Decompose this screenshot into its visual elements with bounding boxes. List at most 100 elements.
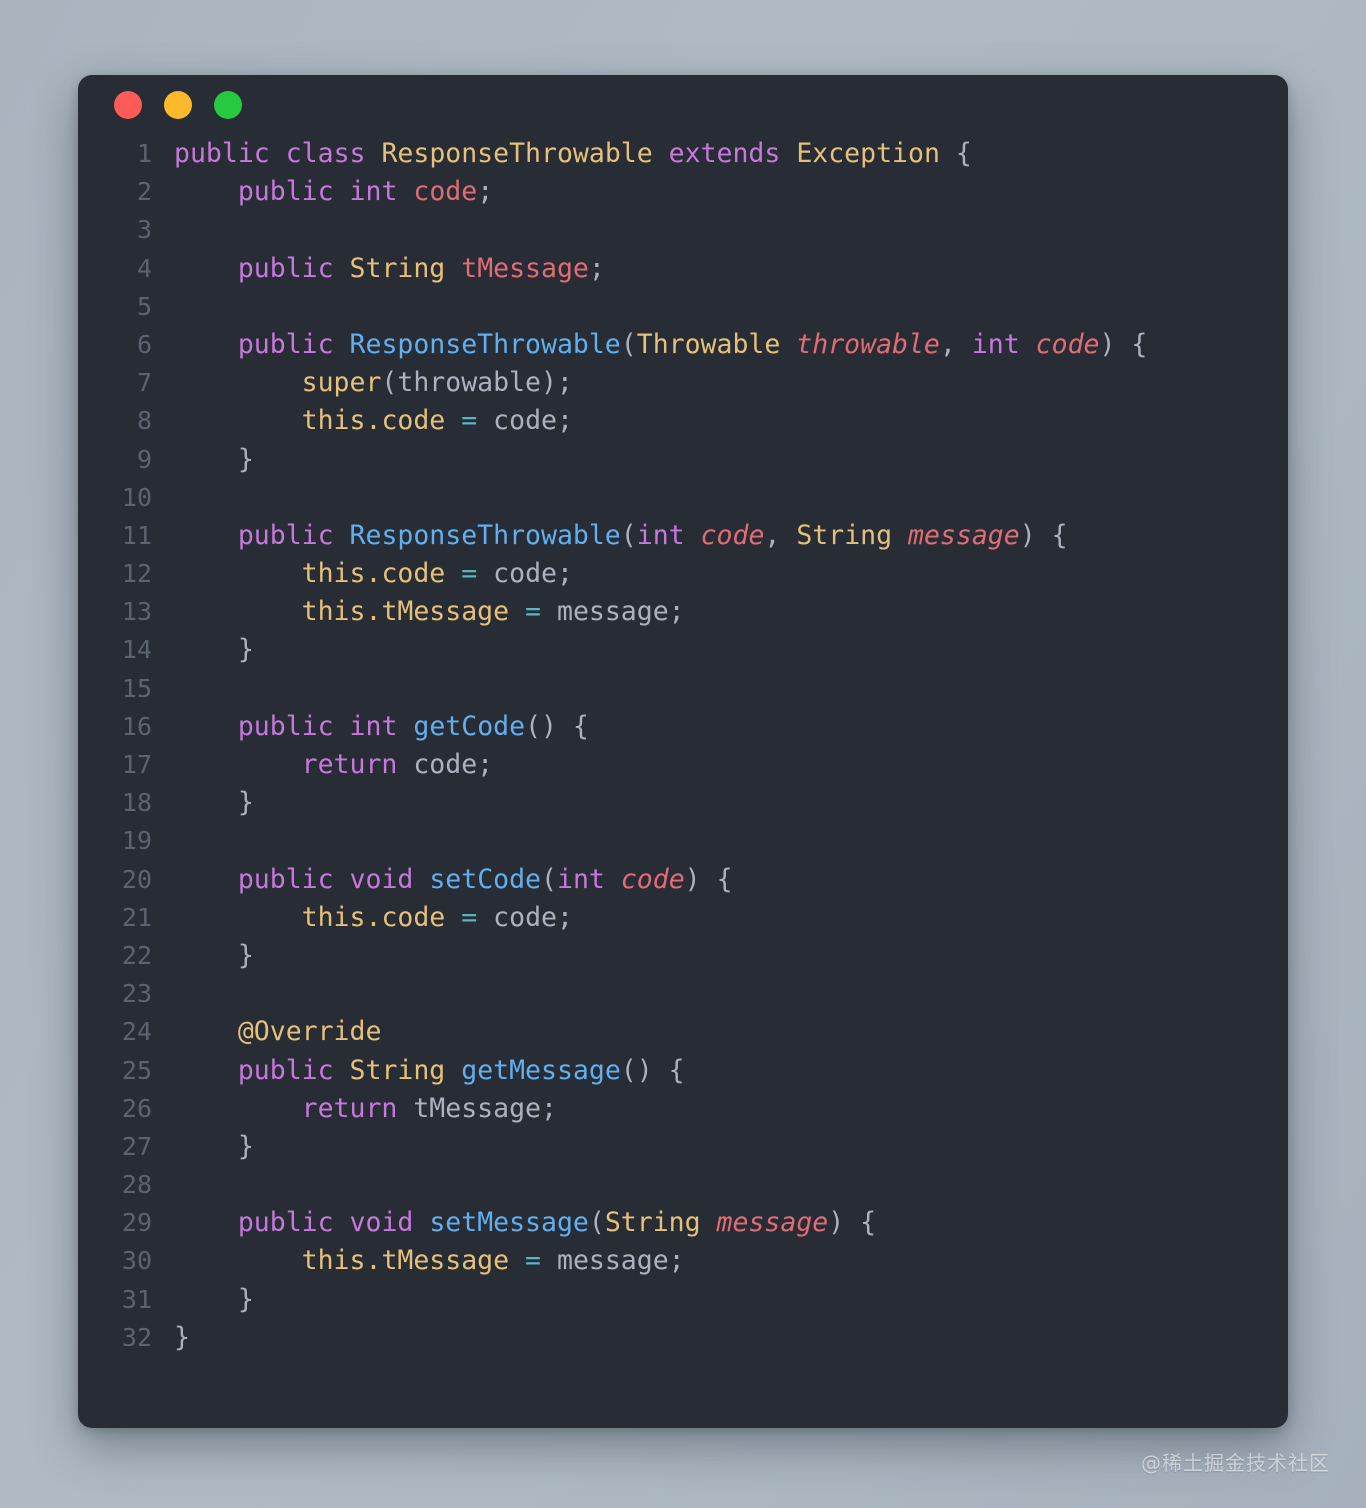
code-token: . [365, 901, 382, 933]
code-token: return [301, 749, 398, 780]
code-token: this [301, 901, 366, 933]
code-editor[interactable]: 1 public class ResponseThrowable extends … [78, 135, 1288, 1428]
code-token: public [237, 1054, 334, 1086]
close-button-icon[interactable] [114, 91, 142, 119]
code-line-content: public void setMessage(String message) { [174, 1204, 1288, 1242]
code-line: 1 public class ResponseThrowable extends … [78, 135, 1288, 173]
code-line: 18 } [78, 784, 1288, 822]
code-token: . [365, 405, 382, 437]
line-number: 30 [121, 1246, 152, 1276]
code-token: ResponseThrowable [349, 519, 621, 551]
code-token: (throwable); [381, 367, 573, 399]
code-token: this [301, 405, 366, 437]
code-line: 4 public String tMessage; [78, 250, 1288, 288]
code-line: 17 return code; [78, 746, 1288, 784]
code-token: int [556, 863, 605, 895]
code-line: 21 this.code = code; [78, 899, 1288, 937]
code-line: 10 [78, 479, 1288, 517]
code-token: code; [493, 405, 573, 437]
code-token: public [237, 1207, 334, 1239]
code-token: return [301, 1092, 398, 1124]
line-number: 8 [136, 406, 152, 436]
code-token: int [349, 710, 398, 742]
code-token: , [764, 519, 797, 551]
code-token: = [461, 558, 478, 590]
line-number: 5 [136, 291, 152, 321]
code-token: } [174, 1321, 190, 1353]
code-token: } [174, 787, 254, 819]
code-token: String [349, 252, 446, 284]
code-line-content: public class ResponseThrowable extends E… [174, 135, 1288, 173]
code-line: 16 public int getCode() { [78, 708, 1288, 746]
code-token: @Override [237, 1016, 382, 1048]
code-line: 27 } [78, 1128, 1288, 1166]
maximize-button-icon[interactable] [214, 91, 242, 119]
code-line-content: public String getMessage() { [174, 1052, 1288, 1090]
code-token: = [461, 405, 478, 437]
code-line: 15 [78, 670, 1288, 708]
line-number: 2 [136, 177, 152, 207]
line-number: 15 [121, 673, 152, 703]
line-number: 9 [136, 444, 152, 474]
code-token: message; [556, 596, 685, 628]
code-line: 30 this.tMessage = message; [78, 1242, 1288, 1280]
code-token: ) { [684, 863, 733, 895]
code-token: () { [620, 1054, 685, 1086]
watermark-text: @稀土掘金技术社区 [1141, 1451, 1330, 1475]
line-number: 18 [121, 788, 152, 818]
code-token: public [237, 519, 334, 551]
code-token: code [381, 901, 446, 933]
code-token: code [413, 176, 478, 208]
code-token: super [301, 367, 382, 399]
code-line-content: } [174, 1281, 1288, 1319]
code-token: getCode [413, 710, 526, 742]
code-token: class [285, 138, 366, 169]
minimize-button-icon[interactable] [164, 91, 192, 119]
code-token: ( [541, 863, 557, 895]
code-token: String [604, 1207, 701, 1239]
line-number: 7 [136, 368, 152, 398]
code-token: ; [477, 176, 494, 208]
line-number: 28 [121, 1170, 152, 1200]
code-token: } [174, 1283, 254, 1315]
code-line: 5 [78, 288, 1288, 326]
line-number: 14 [121, 635, 152, 665]
code-line: 14 } [78, 631, 1288, 669]
code-token: code; [413, 749, 494, 780]
code-line-content: return tMessage; [174, 1090, 1288, 1128]
code-line-content: public String tMessage; [174, 250, 1288, 288]
code-token: int [636, 519, 685, 551]
code-token: } [174, 443, 254, 475]
code-line: 32} [78, 1319, 1288, 1357]
code-line: 22 } [78, 937, 1288, 975]
code-token: = [525, 596, 542, 628]
code-token: message [908, 519, 1020, 551]
code-line: 3 [78, 211, 1288, 249]
code-token: ( [620, 519, 637, 551]
code-line: 23 [78, 975, 1288, 1013]
code-token: . [365, 558, 382, 590]
code-token: void [349, 863, 414, 895]
